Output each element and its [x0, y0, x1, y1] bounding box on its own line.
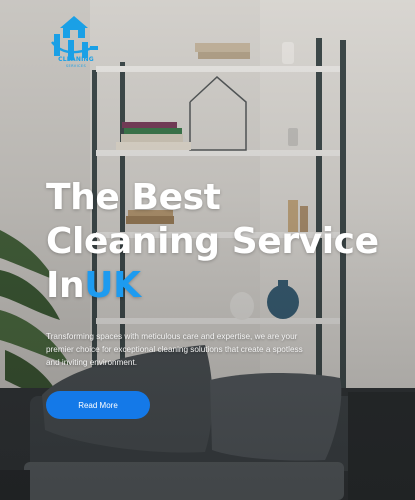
hero-title-accent: UK	[84, 265, 141, 306]
hero-title-line3-prefix: In	[46, 265, 85, 306]
logo-tagline: SERVICES	[65, 64, 87, 68]
hero-title-line2: Cleaning Service	[46, 221, 379, 262]
hero-title-line1: The Best	[46, 177, 221, 218]
logo-name: CLEANING	[58, 56, 94, 63]
hero-description: Transforming spaces with meticulous care…	[46, 332, 303, 367]
hero-section: CLEANING SERVICES The Best Cleaning Serv…	[0, 0, 415, 500]
hero-title: The Best Cleaning Service InUK	[46, 176, 379, 308]
read-more-button[interactable]: Read More	[46, 391, 150, 419]
